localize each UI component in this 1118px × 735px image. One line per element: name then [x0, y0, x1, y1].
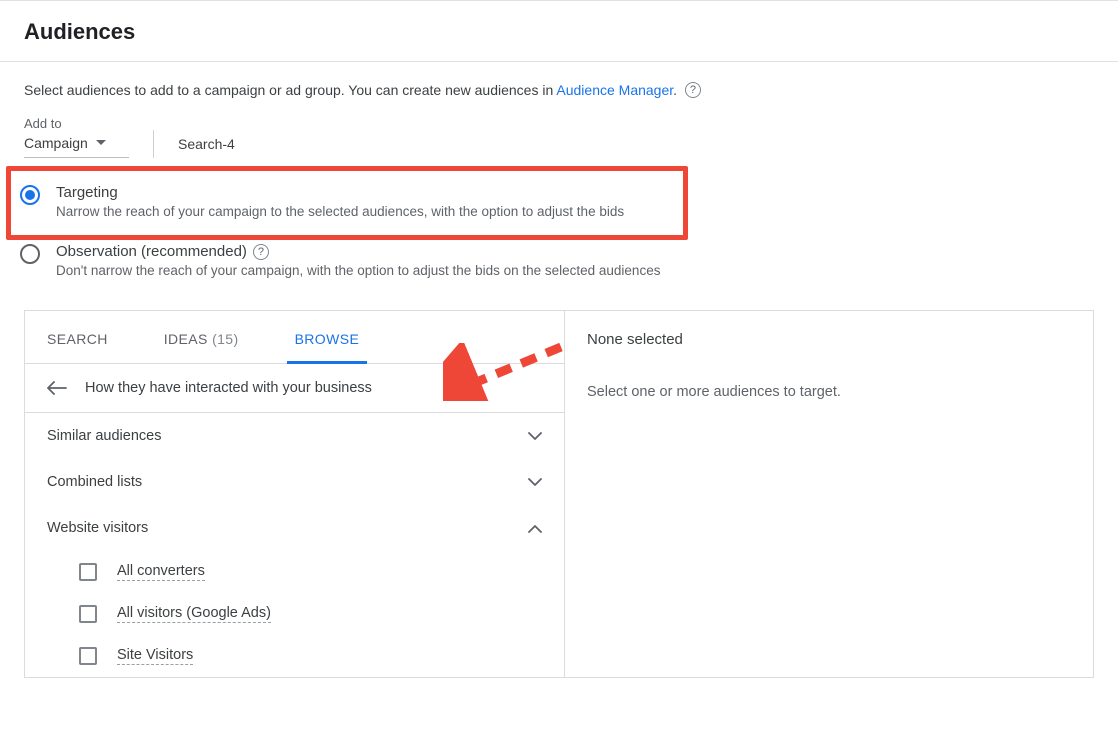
page-title: Audiences	[24, 19, 1094, 45]
browse-breadcrumb: How they have interacted with your busin…	[25, 364, 564, 413]
checkbox[interactable]	[79, 563, 97, 581]
divider	[153, 130, 154, 158]
selection-title: None selected	[587, 331, 1071, 348]
tab-browse[interactable]: Browse	[295, 311, 360, 363]
tab-ideas-count: (15)	[212, 331, 239, 347]
list-item-all-converters[interactable]: All converters	[79, 551, 564, 593]
breadcrumb-text: How they have interacted with your busin…	[85, 380, 372, 396]
radio-observation-title: Observation (recommended) ?	[56, 243, 1098, 260]
sub-label: All visitors (Google Ads)	[117, 605, 271, 623]
targeting-mode-radios: Targeting Narrow the reach of your campa…	[12, 180, 1106, 292]
add-to-selected: Campaign	[24, 135, 88, 151]
caret-down-icon	[96, 140, 106, 146]
category-combined-lists[interactable]: Combined lists	[25, 459, 564, 505]
radio-targeting[interactable]: Targeting Narrow the reach of your campa…	[12, 180, 1106, 233]
category-label: Website visitors	[47, 520, 148, 536]
sub-label: Site Visitors	[117, 647, 193, 665]
audience-panel: Search Ideas (15) Browse How they have i…	[24, 310, 1094, 678]
back-arrow-icon[interactable]	[47, 381, 67, 395]
radio-observation-title-text: Observation (recommended)	[56, 243, 247, 260]
sub-label: All converters	[117, 563, 205, 581]
add-to-row: Add to Campaign Search-4	[0, 104, 1118, 158]
list-item-site-visitors[interactable]: Site Visitors	[79, 635, 564, 677]
list-item-all-visitors[interactable]: All visitors (Google Ads)	[79, 593, 564, 635]
category-label: Combined lists	[47, 474, 142, 490]
add-to-block: Add to Campaign	[24, 116, 129, 158]
panel-left: Search Ideas (15) Browse How they have i…	[25, 311, 565, 677]
chevron-down-icon	[528, 478, 542, 487]
radio-targeting-title: Targeting	[56, 184, 1098, 201]
campaign-name: Search-4	[178, 136, 235, 158]
radio-observation-desc: Don't narrow the reach of your campaign,…	[56, 263, 1098, 278]
radio-unselected-icon	[20, 244, 40, 264]
tab-ideas[interactable]: Ideas (15)	[164, 311, 239, 363]
category-label: Similar audiences	[47, 428, 161, 444]
help-icon[interactable]: ?	[685, 82, 701, 98]
checkbox[interactable]	[79, 605, 97, 623]
add-to-dropdown[interactable]: Campaign	[24, 135, 129, 158]
category-website-visitors[interactable]: Website visitors	[25, 505, 564, 551]
chevron-down-icon	[528, 432, 542, 441]
panel-right: None selected Select one or more audienc…	[565, 311, 1093, 677]
intro-prefix: Select audiences to add to a campaign or…	[24, 82, 556, 98]
radio-observation-text: Observation (recommended) ? Don't narrow…	[56, 243, 1098, 278]
audience-manager-link[interactable]: Audience Manager	[556, 82, 673, 98]
tab-ideas-label: Ideas	[164, 331, 208, 347]
page-header: Audiences	[0, 0, 1118, 62]
intro-text: Select audiences to add to a campaign or…	[0, 62, 1118, 104]
radio-selected-icon	[20, 185, 40, 205]
help-icon[interactable]: ?	[253, 244, 269, 260]
website-visitors-sublist: All converters All visitors (Google Ads)…	[25, 551, 564, 677]
intro-suffix: .	[673, 82, 677, 98]
tab-search[interactable]: Search	[47, 311, 108, 363]
selection-desc: Select one or more audiences to target.	[587, 384, 1071, 400]
category-similar-audiences[interactable]: Similar audiences	[25, 413, 564, 459]
checkbox[interactable]	[79, 647, 97, 665]
chevron-up-icon	[528, 524, 542, 533]
add-to-label: Add to	[24, 116, 129, 131]
tab-bar: Search Ideas (15) Browse	[25, 311, 564, 364]
radio-targeting-desc: Narrow the reach of your campaign to the…	[56, 204, 1098, 219]
radio-targeting-text: Targeting Narrow the reach of your campa…	[56, 184, 1098, 219]
radio-observation[interactable]: Observation (recommended) ? Don't narrow…	[12, 233, 1106, 292]
